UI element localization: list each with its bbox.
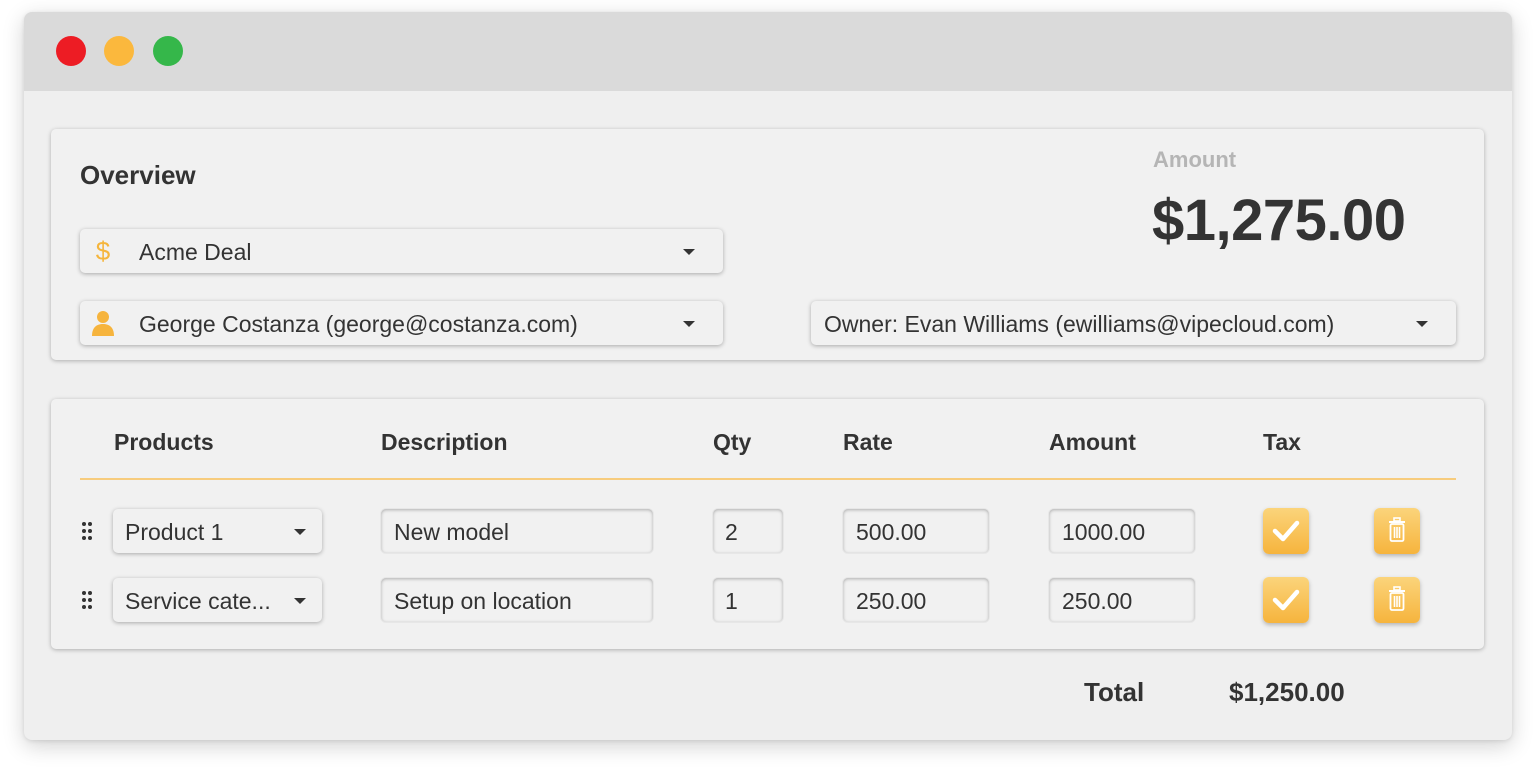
dollar-icon: $ xyxy=(95,235,111,266)
product-select-value: Product 1 xyxy=(125,519,224,545)
rate-input[interactable]: 250.00 xyxy=(843,578,989,622)
delete-row-button[interactable] xyxy=(1374,508,1420,554)
qty-input[interactable]: 1 xyxy=(713,578,783,622)
total-label: Total xyxy=(1084,677,1145,707)
column-header-description: Description xyxy=(381,429,508,455)
caret-down-icon xyxy=(294,598,306,604)
checkmark-icon xyxy=(1272,520,1300,542)
column-header-amount: Amount xyxy=(1049,429,1136,455)
header-divider xyxy=(80,478,1456,480)
trash-icon xyxy=(1389,586,1405,611)
products-card: Products Description Qty Rate Amount Tax… xyxy=(51,399,1484,649)
caret-down-icon xyxy=(294,529,306,535)
checkmark-icon xyxy=(1272,589,1300,611)
column-header-rate: Rate xyxy=(843,429,893,455)
amount-input[interactable]: 1000.00 xyxy=(1049,509,1195,553)
delete-row-button[interactable] xyxy=(1374,577,1420,623)
deal-select[interactable]: $ Acme Deal xyxy=(80,229,723,273)
drag-handle-icon[interactable] xyxy=(82,591,94,611)
amount-label: Amount xyxy=(1153,147,1237,172)
column-header-products: Products xyxy=(114,429,214,455)
description-value: Setup on location xyxy=(394,588,572,614)
amount-value-cell: 250.00 xyxy=(1062,588,1133,614)
column-header-tax: Tax xyxy=(1263,429,1301,455)
rate-value: 250.00 xyxy=(856,588,927,614)
caret-down-icon xyxy=(683,249,695,255)
person-icon xyxy=(90,307,116,339)
tax-checkbox[interactable] xyxy=(1263,508,1309,554)
tax-checkbox[interactable] xyxy=(1263,577,1309,623)
description-value: New model xyxy=(394,519,510,545)
description-input[interactable]: Setup on location xyxy=(381,578,653,622)
deal-select-value: Acme Deal xyxy=(139,239,252,265)
app-window: Overview Amount $1,275.00 $ Acme Deal Ge… xyxy=(24,12,1512,740)
overview-card: Overview Amount $1,275.00 $ Acme Deal Ge… xyxy=(51,129,1484,360)
caret-down-icon xyxy=(1416,321,1428,327)
description-input[interactable]: New model xyxy=(381,509,653,553)
owner-select-value: Owner: Evan Williams (ewilliams@vipeclou… xyxy=(824,311,1335,337)
drag-handle-icon[interactable] xyxy=(82,522,94,542)
amount-input[interactable]: 250.00 xyxy=(1049,578,1195,622)
trash-icon xyxy=(1389,517,1405,542)
column-header-qty: Qty xyxy=(713,429,752,455)
product-select[interactable]: Product 1 xyxy=(113,509,322,553)
minimize-window-button[interactable] xyxy=(104,36,134,66)
overview-title: Overview xyxy=(80,160,196,190)
rate-value: 500.00 xyxy=(856,519,927,545)
product-select[interactable]: Service cate... xyxy=(113,578,322,622)
product-select-value: Service cate... xyxy=(125,588,271,614)
caret-down-icon xyxy=(683,321,695,327)
qty-value: 2 xyxy=(725,519,738,545)
qty-input[interactable]: 2 xyxy=(713,509,783,553)
total-value: $1,250.00 xyxy=(1229,677,1345,707)
owner-select[interactable]: Owner: Evan Williams (ewilliams@vipeclou… xyxy=(811,301,1456,345)
contact-select[interactable]: George Costanza (george@costanza.com) xyxy=(80,301,723,345)
title-bar xyxy=(24,12,1512,91)
close-window-button[interactable] xyxy=(56,36,86,66)
amount-value: $1,275.00 xyxy=(1152,188,1406,253)
contact-select-value: George Costanza (george@costanza.com) xyxy=(139,311,578,337)
rate-input[interactable]: 500.00 xyxy=(843,509,989,553)
maximize-window-button[interactable] xyxy=(153,36,183,66)
qty-value: 1 xyxy=(725,588,738,614)
amount-value-cell: 1000.00 xyxy=(1062,519,1146,545)
